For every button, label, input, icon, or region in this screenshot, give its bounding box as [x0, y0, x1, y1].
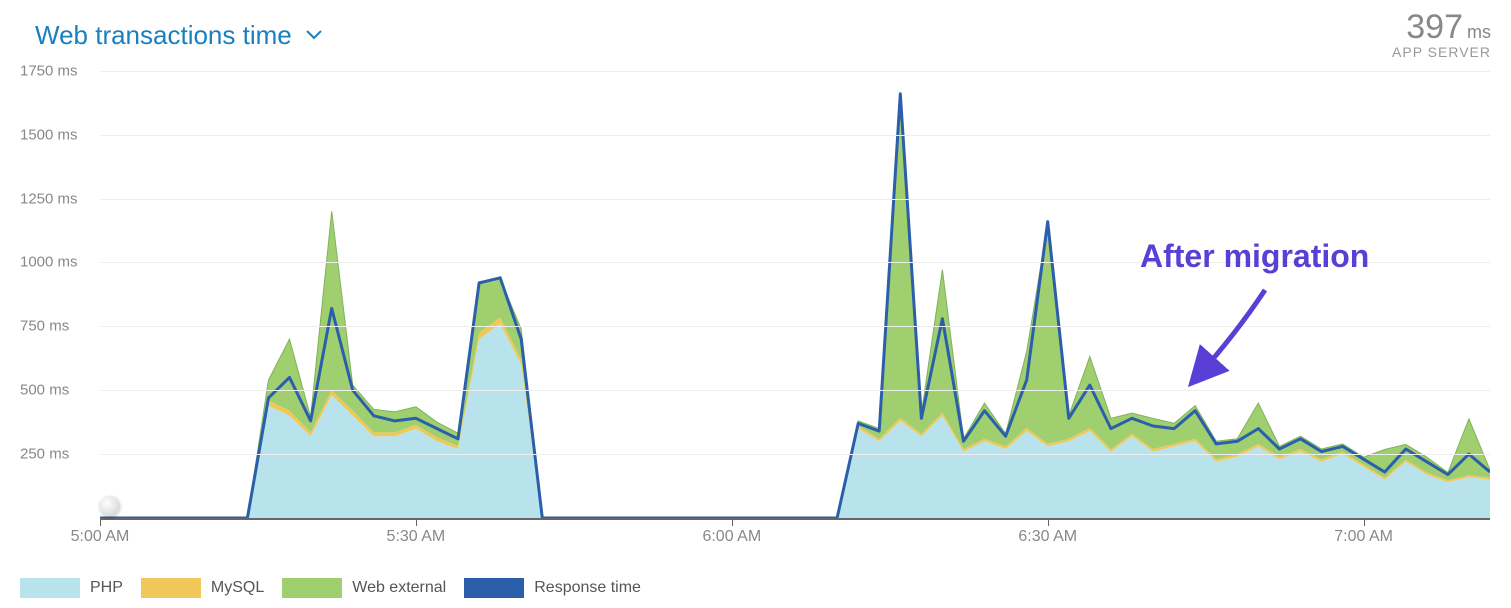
annotation-text: After migration [1140, 238, 1369, 275]
legend-label: MySQL [211, 579, 264, 597]
y-axis-label: 1000 ms [20, 254, 95, 271]
legend-swatch [282, 578, 342, 598]
chart-title-dropdown[interactable]: Web transactions time [35, 20, 322, 51]
legend-label: Web external [352, 579, 446, 597]
x-axis-label: 5:00 AM [71, 528, 130, 546]
x-axis-tick [1048, 518, 1049, 526]
y-axis-label: 1500 ms [20, 126, 95, 143]
y-axis-label: 250 ms [20, 446, 95, 463]
x-axis-tick [416, 518, 417, 526]
timeline-scrubber-handle[interactable] [100, 496, 120, 516]
y-axis-label: 750 ms [20, 318, 95, 335]
x-axis-label: 6:00 AM [702, 528, 761, 546]
legend-item-mysql[interactable]: MySQL [141, 578, 264, 598]
legend-item-response-time[interactable]: Response time [464, 578, 641, 598]
annotation-arrow-icon [1180, 280, 1300, 400]
x-axis-tick [1364, 518, 1365, 526]
legend-swatch [464, 578, 524, 598]
x-axis-label: 7:00 AM [1334, 528, 1393, 546]
gridline [100, 454, 1490, 455]
chevron-down-icon [306, 27, 322, 45]
gridline [100, 135, 1490, 136]
gridline [100, 71, 1490, 72]
legend: PHP MySQL Web external Response time [20, 578, 659, 598]
x-axis-tick [732, 518, 733, 526]
legend-label: PHP [90, 579, 123, 597]
gridline [100, 199, 1490, 200]
x-axis-line [100, 518, 1490, 520]
x-axis-tick [100, 518, 101, 526]
legend-swatch [141, 578, 201, 598]
x-axis-label: 6:30 AM [1018, 528, 1077, 546]
header-metric: 397ms APP SERVER [1392, 10, 1491, 60]
y-axis-label: 1250 ms [20, 190, 95, 207]
x-axis-label: 5:30 AM [387, 528, 446, 546]
metric-value: 397 [1406, 8, 1463, 46]
legend-item-php[interactable]: PHP [20, 578, 123, 598]
y-axis-label: 500 ms [20, 382, 95, 399]
legend-swatch [20, 578, 80, 598]
metric-unit: ms [1467, 22, 1491, 42]
legend-label: Response time [534, 579, 641, 597]
chart-title: Web transactions time [35, 20, 292, 51]
y-axis-label: 1750 ms [20, 62, 95, 79]
legend-item-web-external[interactable]: Web external [282, 578, 446, 598]
